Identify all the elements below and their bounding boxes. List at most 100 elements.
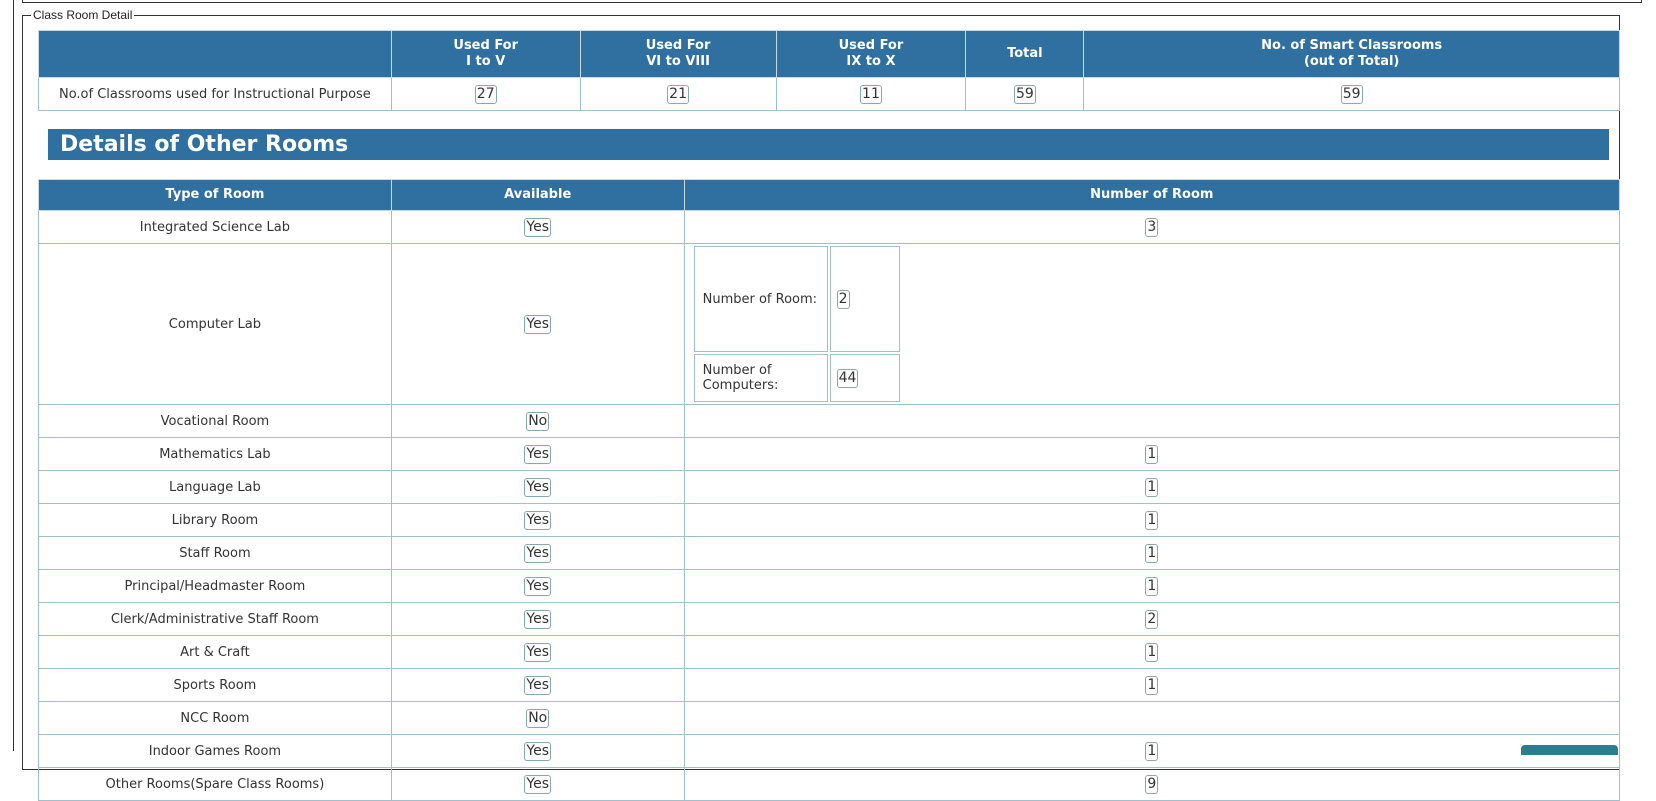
room-number-cell: 1 xyxy=(683,635,1621,669)
value-i-to-v: 27 xyxy=(474,84,497,104)
cell-vi-to-viii: 21 xyxy=(579,77,777,111)
room-type: Art & Craft xyxy=(38,635,392,669)
room-available-cell: Yes xyxy=(390,569,685,603)
room-type: Staff Room xyxy=(38,536,392,570)
other-rooms-header-row: Type of Room Available Number of Room xyxy=(38,179,1621,211)
room-row: Library Room Yes 1 xyxy=(38,503,1621,537)
partially-visible-button[interactable] xyxy=(1521,745,1618,755)
room-number-cell: 1 xyxy=(683,437,1621,471)
room-available: Yes xyxy=(524,444,552,464)
room-row-computer-lab: Computer Lab Yes Number of Room: 2 Numbe… xyxy=(38,243,1621,405)
room-available: Yes xyxy=(524,217,552,237)
room-available: Yes xyxy=(524,543,552,563)
value-vi-to-viii: 21 xyxy=(667,84,689,104)
room-number-cell: 1 xyxy=(683,668,1621,702)
header-type-of-room: Type of Room xyxy=(38,179,392,211)
computer-lab-details-cell: Number of Room: 2 Number of Computers: 4… xyxy=(683,243,1621,405)
room-type: Vocational Room xyxy=(38,404,392,438)
room-available: Yes xyxy=(524,477,552,497)
room-type: Library Room xyxy=(38,503,392,537)
room-type: Integrated Science Lab xyxy=(38,210,392,244)
room-available-cell: Yes xyxy=(390,536,685,570)
classroom-summary-table: Used For I to V Used For VI to VIII Used… xyxy=(38,30,1620,111)
room-row: Mathematics Lab Yes 1 xyxy=(38,437,1621,471)
room-available-cell: Yes xyxy=(390,767,685,801)
room-available: Yes xyxy=(524,642,552,662)
page-left-border xyxy=(13,0,14,751)
room-available: Yes xyxy=(524,741,552,761)
room-type: Principal/Headmaster Room xyxy=(38,569,392,603)
room-row: Clerk/Administrative Staff Room Yes 2 xyxy=(38,602,1621,636)
classroom-header-row: Used For I to V Used For VI to VIII Used… xyxy=(38,30,1620,78)
number-of-computers-value: 44 xyxy=(836,368,859,388)
value-smart-classrooms: 59 xyxy=(1340,84,1363,104)
room-available: Yes xyxy=(524,675,552,695)
number-of-room-cell: 2 xyxy=(829,246,900,352)
room-available: Yes xyxy=(524,609,552,629)
previous-section-frame xyxy=(22,0,1642,3)
room-number: 1 xyxy=(1145,444,1159,464)
value-ix-to-x: 11 xyxy=(860,84,882,104)
room-number-cell: 1 xyxy=(683,569,1621,603)
room-number-cell: 9 xyxy=(683,767,1621,801)
room-number: 9 xyxy=(1145,774,1159,794)
room-number-cell: 1 xyxy=(683,734,1621,768)
computer-lab-rooms-row: Number of Room: 2 xyxy=(693,246,900,352)
room-row: Language Lab Yes 1 xyxy=(38,470,1621,504)
room-number: 2 xyxy=(1145,609,1159,629)
computer-lab-computers-row: Number of Computers: 44 xyxy=(693,354,900,402)
room-number: 1 xyxy=(1145,741,1159,761)
room-number: 1 xyxy=(1145,477,1159,497)
room-available-cell: Yes xyxy=(390,210,685,244)
room-row: Staff Room Yes 1 xyxy=(38,536,1621,570)
room-row: Art & Craft Yes 1 xyxy=(38,635,1621,669)
classroom-row-label: No.of Classrooms used for Instructional … xyxy=(38,77,392,111)
room-type: Computer Lab xyxy=(38,243,392,405)
cell-ix-to-x: 11 xyxy=(775,77,967,111)
room-available-cell: Yes xyxy=(390,470,685,504)
room-row: Vocational Room No xyxy=(38,404,1621,438)
room-number: 1 xyxy=(1145,576,1159,596)
room-number-cell-empty xyxy=(683,701,1621,735)
room-available: Yes xyxy=(524,510,552,530)
room-type: Mathematics Lab xyxy=(38,437,392,471)
room-type: Other Rooms(Spare Class Rooms) xyxy=(38,767,392,801)
room-available: No xyxy=(526,708,550,728)
room-available: Yes xyxy=(524,576,552,596)
room-type: Language Lab xyxy=(38,470,392,504)
other-rooms-table: Type of Room Available Number of Room In… xyxy=(38,179,1621,801)
room-row: Other Rooms(Spare Class Rooms) Yes 9 xyxy=(38,767,1621,801)
room-available-cell: No xyxy=(390,404,685,438)
room-available: Yes xyxy=(524,774,552,794)
header-number-of-room: Number of Room xyxy=(683,179,1621,211)
room-available-cell: Yes xyxy=(390,602,685,636)
header-blank xyxy=(38,30,392,78)
room-number: 3 xyxy=(1145,217,1159,237)
cell-smart-classrooms: 59 xyxy=(1083,77,1620,111)
number-of-computers-cell: 44 xyxy=(829,354,900,402)
room-row: NCC Room No xyxy=(38,701,1621,735)
room-type: NCC Room xyxy=(38,701,392,735)
room-row: Principal/Headmaster Room Yes 1 xyxy=(38,569,1621,603)
room-number: 1 xyxy=(1145,642,1159,662)
room-available-cell: Yes xyxy=(390,635,685,669)
room-number-cell-empty xyxy=(683,404,1621,438)
room-number-cell: 3 xyxy=(683,210,1621,244)
room-available-cell: Yes xyxy=(390,668,685,702)
classroom-data-row: No.of Classrooms used for Instructional … xyxy=(38,77,1620,111)
computer-lab-details-table: Number of Room: 2 Number of Computers: 4… xyxy=(692,244,902,404)
room-available-cell: Yes xyxy=(390,503,685,537)
room-row: Sports Room Yes 1 xyxy=(38,668,1621,702)
room-number-cell: 2 xyxy=(683,602,1621,636)
fieldset-legend: Class Room Detail xyxy=(33,8,133,22)
room-type: Indoor Games Room xyxy=(38,734,392,768)
room-number-cell: 1 xyxy=(683,503,1621,537)
cell-i-to-v: 27 xyxy=(390,77,581,111)
room-row: Integrated Science Lab Yes 3 xyxy=(38,210,1621,244)
room-available: No xyxy=(526,411,550,431)
number-of-room-value: 2 xyxy=(836,289,850,309)
room-available-cell: Yes xyxy=(390,437,685,471)
header-used-for-vi-to-viii: Used For VI to VIII xyxy=(579,30,777,78)
room-available-cell: Yes xyxy=(390,243,685,405)
other-rooms-title: Details of Other Rooms xyxy=(48,129,1609,160)
